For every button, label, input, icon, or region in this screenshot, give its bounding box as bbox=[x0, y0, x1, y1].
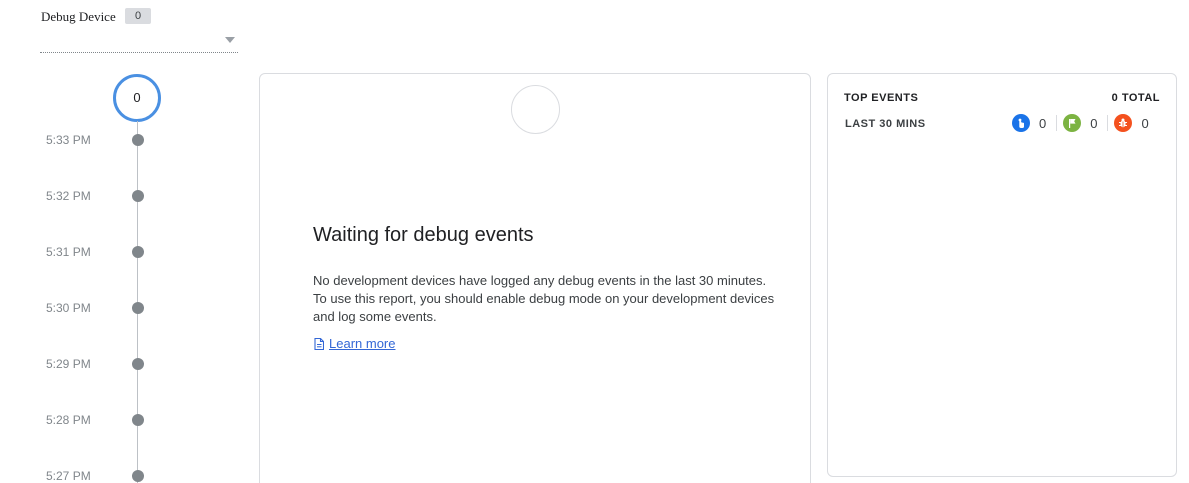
timeline-minute-dot[interactable] bbox=[132, 470, 144, 482]
learn-more-link[interactable]: Learn more bbox=[314, 336, 395, 351]
divider bbox=[1107, 115, 1109, 131]
timeline-time: 5:27 PM bbox=[46, 469, 91, 483]
top-events-card: TOP EVENTS 0 TOTAL LAST 30 MINS 0 0 0 bbox=[827, 73, 1177, 477]
timeline-minute-dot[interactable] bbox=[132, 190, 144, 202]
timeline-row: 5:30 PM bbox=[0, 301, 160, 315]
flag-icon bbox=[1063, 114, 1082, 132]
event-count: 0 bbox=[1141, 115, 1149, 131]
debug-device-dropdown[interactable] bbox=[40, 32, 238, 53]
timeline-time: 5:28 PM bbox=[46, 413, 91, 427]
timeline-event-counter: 0 bbox=[113, 74, 161, 122]
top-events-title: TOP EVENTS bbox=[844, 92, 919, 104]
document-icon bbox=[314, 337, 324, 350]
event-count: 0 bbox=[1090, 115, 1098, 131]
timeline-minute-dot[interactable] bbox=[132, 134, 144, 146]
loading-circle-icon bbox=[511, 85, 560, 134]
debug-device-label: Debug Device bbox=[41, 9, 116, 24]
timeline-row: 5:27 PM bbox=[0, 469, 160, 483]
event-category-error[interactable]: 0 bbox=[1114, 114, 1149, 132]
timeline-time: 5:33 PM bbox=[46, 133, 91, 147]
seconds-stream-card: Waiting for debug events No development … bbox=[259, 73, 811, 483]
timeline-time: 5:29 PM bbox=[46, 357, 91, 371]
waiting-title: Waiting for debug events bbox=[313, 224, 534, 246]
timeline-row: 5:33 PM bbox=[0, 133, 160, 147]
event-count: 0 bbox=[1039, 115, 1047, 131]
waiting-description: No development devices have logged any d… bbox=[313, 273, 775, 324]
learn-more-label: Learn more bbox=[329, 336, 396, 351]
event-category-conversion[interactable]: 0 bbox=[1063, 114, 1097, 132]
divider bbox=[1056, 115, 1058, 131]
timeline-minute-dot[interactable] bbox=[132, 246, 144, 258]
timeline-time: 5:32 PM bbox=[46, 189, 91, 203]
event-category-touch[interactable]: 0 bbox=[1012, 114, 1046, 132]
timeline-row: 5:29 PM bbox=[0, 357, 160, 371]
timeline-minute-dot[interactable] bbox=[132, 358, 144, 370]
timeline-time: 5:30 PM bbox=[46, 301, 91, 315]
debugview-page: Debug Device 0 0 5:33 PM 5:32 PM 5:31 PM… bbox=[0, 0, 1189, 483]
timeline-row: 5:32 PM bbox=[0, 189, 160, 203]
timeline-minute-dot[interactable] bbox=[132, 414, 144, 426]
touch-icon bbox=[1012, 114, 1030, 132]
bug-icon bbox=[1114, 114, 1133, 132]
event-category-counts: 0 0 0 bbox=[1012, 114, 1149, 132]
timeline-time: 5:31 PM bbox=[46, 245, 91, 259]
top-events-total: 0 TOTAL bbox=[1111, 92, 1160, 104]
debug-device-count-badge: 0 bbox=[125, 8, 151, 24]
timeline-row: 5:28 PM bbox=[0, 413, 160, 427]
top-events-period: LAST 30 MINS bbox=[845, 118, 926, 130]
chevron-down-icon bbox=[225, 37, 235, 43]
timeline-row: 5:31 PM bbox=[0, 245, 160, 259]
timeline-minute-dot[interactable] bbox=[132, 302, 144, 314]
